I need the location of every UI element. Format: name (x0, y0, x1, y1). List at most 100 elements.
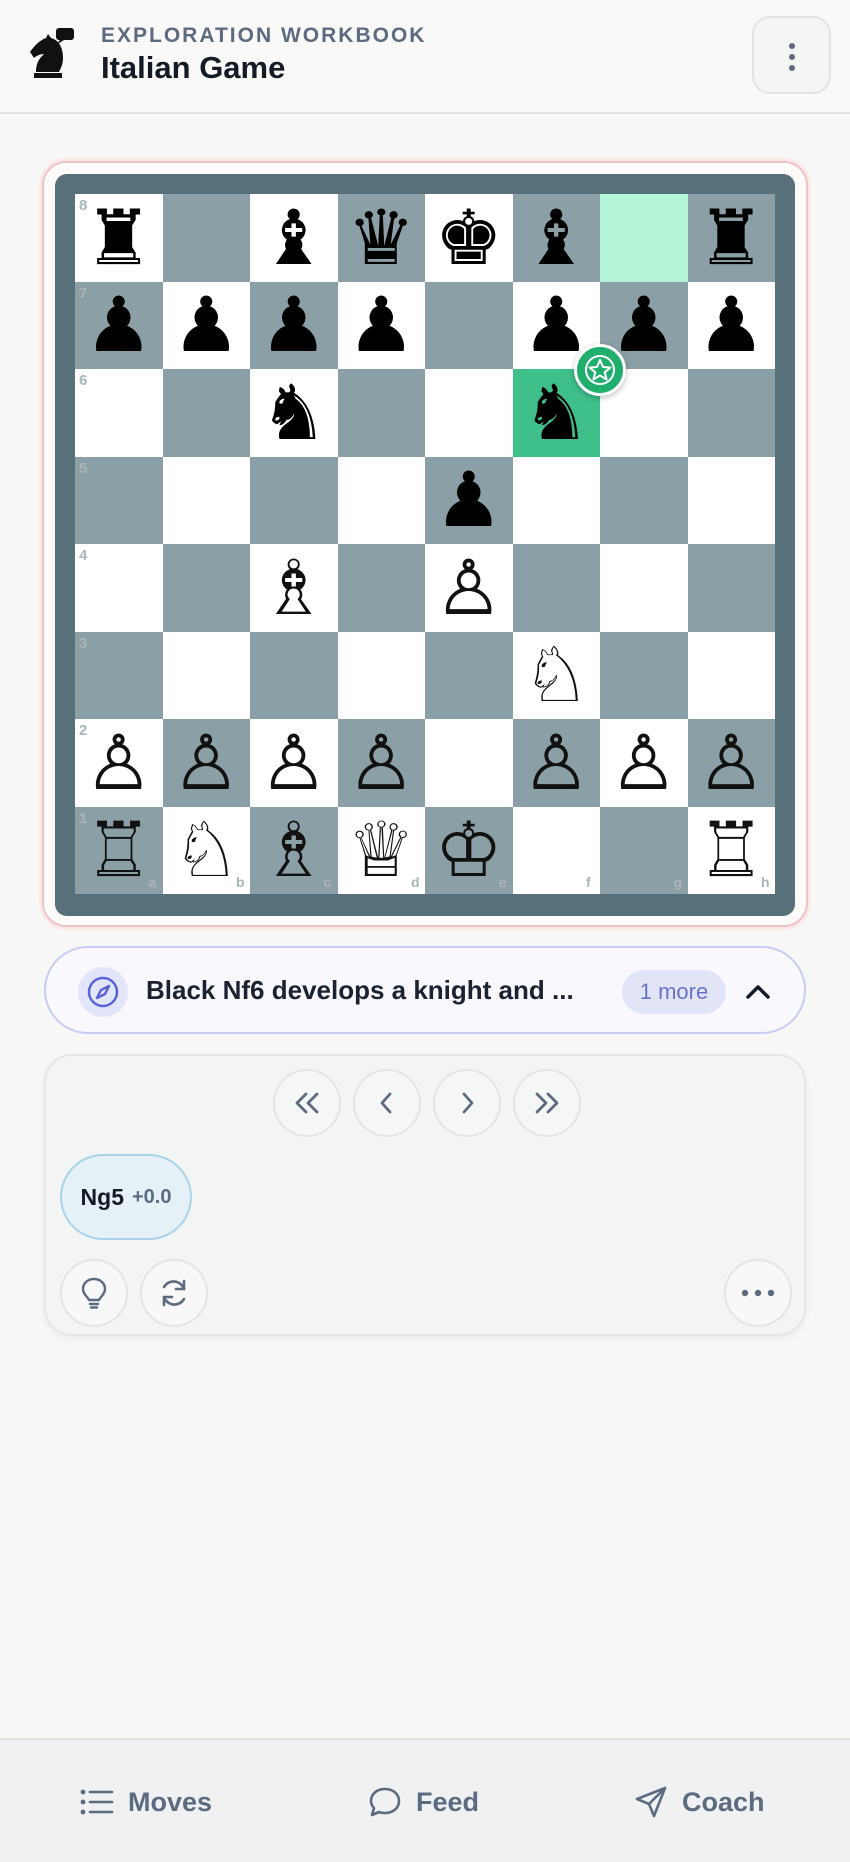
square-a6[interactable] (75, 369, 163, 457)
nav-moves-label: Moves (128, 1786, 213, 1817)
chevron-up-icon[interactable] (744, 978, 772, 1006)
white-king-e1[interactable]: ♔ (425, 807, 513, 895)
rank-label-3: 3 (79, 634, 88, 652)
square-d4[interactable] (337, 544, 425, 632)
compass-icon (78, 967, 128, 1017)
candidate-move-chip[interactable]: Ng5 +0.0 (60, 1154, 192, 1240)
square-c5[interactable] (250, 456, 338, 544)
square-h5[interactable] (687, 456, 775, 544)
square-a5[interactable] (75, 456, 163, 544)
first-move-icon (295, 1092, 319, 1114)
square-d3[interactable] (337, 631, 425, 719)
star-badge-icon (574, 344, 626, 396)
square-e6[interactable] (425, 369, 513, 457)
square-g5[interactable] (600, 456, 688, 544)
square-b6[interactable] (162, 369, 250, 457)
square-b5[interactable] (162, 456, 250, 544)
nav-coach[interactable]: Coach (634, 1772, 765, 1832)
black-pawn-h7[interactable]: ♟ (688, 282, 776, 370)
kebab-menu-icon (789, 43, 795, 71)
send-icon (635, 1786, 667, 1818)
prev-move-button[interactable] (353, 1069, 421, 1137)
more-actions-button[interactable] (724, 1259, 792, 1327)
white-pawn-g2[interactable]: ♙ (600, 719, 688, 807)
candidate-move-san: Ng5 (80, 1183, 124, 1210)
white-pawn-h2[interactable]: ♙ (688, 719, 776, 807)
app-header: EXPLORATION WORKBOOK Italian Game (0, 0, 850, 114)
nav-feed-label: Feed (416, 1786, 480, 1817)
first-move-button[interactable] (273, 1069, 341, 1137)
black-bishop-c8[interactable]: ♝ (250, 194, 338, 282)
square-e3[interactable] (425, 631, 513, 719)
square-a3[interactable] (75, 631, 163, 719)
black-pawn-c7[interactable]: ♟ (250, 282, 338, 370)
square-b3[interactable] (162, 631, 250, 719)
square-a4[interactable] (75, 544, 163, 632)
square-h6[interactable] (687, 369, 775, 457)
nav-moves[interactable]: Moves (80, 1772, 212, 1832)
white-pawn-e4[interactable]: ♙ (425, 544, 513, 632)
square-h4[interactable] (687, 544, 775, 632)
black-pawn-d7[interactable]: ♟ (338, 282, 426, 370)
ellipsis-icon (741, 1289, 775, 1297)
rank-label-4: 4 (79, 547, 88, 564)
prev-move-icon (380, 1092, 392, 1114)
white-bishop-c4[interactable]: ♗ (250, 544, 338, 632)
square-d6[interactable] (337, 369, 425, 457)
black-queen-d8[interactable]: ♛ (338, 194, 426, 282)
refresh-icon (162, 1279, 186, 1307)
white-pawn-b2[interactable]: ♙ (163, 719, 251, 807)
page-title: Italian Game (101, 50, 286, 85)
white-pawn-f2[interactable]: ♙ (513, 719, 601, 807)
white-pawn-a2[interactable]: ♙ (75, 719, 163, 807)
file-label-f: f (586, 874, 591, 890)
white-pawn-d2[interactable]: ♙ (338, 719, 426, 807)
white-knight-b1[interactable]: ♘ (163, 807, 251, 895)
square-f4[interactable] (512, 544, 600, 632)
chess-board[interactable]: 8 7 6 5 4 3 2 1 a b c d e f g h ♜ ♝ ♛ ♚ ♝ ♜ ♟ ♟ ♟ ♟ ♟ ♟ ♟ ♞ ♞ ♟ ♗ ♙ ♘ ♙ ♙ ♙ ♙ ♙… (75, 194, 775, 894)
black-bishop-f8[interactable]: ♝ (513, 194, 601, 282)
black-rook-a8[interactable]: ♜ (75, 194, 163, 282)
black-pawn-a7[interactable]: ♟ (75, 282, 163, 370)
square-c3[interactable] (250, 631, 338, 719)
square-h3[interactable] (687, 631, 775, 719)
flip-board-button[interactable] (140, 1259, 208, 1327)
black-pawn-b7[interactable]: ♟ (163, 282, 251, 370)
square-e7[interactable] (425, 281, 513, 369)
more-options-button[interactable] (752, 16, 831, 94)
more-insights-badge[interactable]: 1 more (622, 970, 726, 1014)
last-move-icon (535, 1092, 559, 1114)
white-rook-a1[interactable]: ♖ (75, 807, 163, 895)
insight-text: Black Nf6 develops a knight and ... (146, 975, 574, 1005)
nav-coach-label: Coach (682, 1786, 765, 1817)
moves-panel: Ng5 +0.0 (44, 1054, 806, 1336)
square-g8[interactable] (600, 194, 688, 282)
square-g4[interactable] (600, 544, 688, 632)
square-b4[interactable] (162, 544, 250, 632)
knight-logo-icon (30, 28, 74, 78)
white-queen-d1[interactable]: ♕ (338, 807, 426, 895)
last-move-button[interactable] (513, 1069, 581, 1137)
white-knight-f3[interactable]: ♘ (513, 632, 601, 720)
white-pawn-c2[interactable]: ♙ (250, 719, 338, 807)
black-pawn-e5[interactable]: ♟ (425, 457, 513, 545)
black-rook-h8[interactable]: ♜ (688, 194, 776, 282)
square-b8[interactable] (162, 194, 250, 282)
hint-button[interactable] (60, 1259, 128, 1327)
square-f5[interactable] (512, 456, 600, 544)
black-king-e8[interactable]: ♚ (425, 194, 513, 282)
list-icon (80, 1789, 114, 1815)
insight-bar[interactable]: Black Nf6 develops a knight and ... 1 mo… (44, 946, 806, 1034)
next-move-icon (462, 1092, 474, 1114)
next-move-button[interactable] (433, 1069, 501, 1137)
white-rook-h1[interactable]: ♖ (688, 807, 776, 895)
rank-label-5: 5 (79, 459, 88, 477)
square-e2[interactable] (425, 719, 513, 807)
rank-label-6: 6 (79, 372, 88, 389)
white-bishop-c1[interactable]: ♗ (250, 807, 338, 895)
nav-feed[interactable]: Feed (368, 1772, 479, 1832)
candidate-move-eval: +0.0 (131, 1185, 172, 1208)
black-knight-c6[interactable]: ♞ (250, 369, 338, 457)
square-d5[interactable] (337, 456, 425, 544)
square-g3[interactable] (600, 631, 688, 719)
